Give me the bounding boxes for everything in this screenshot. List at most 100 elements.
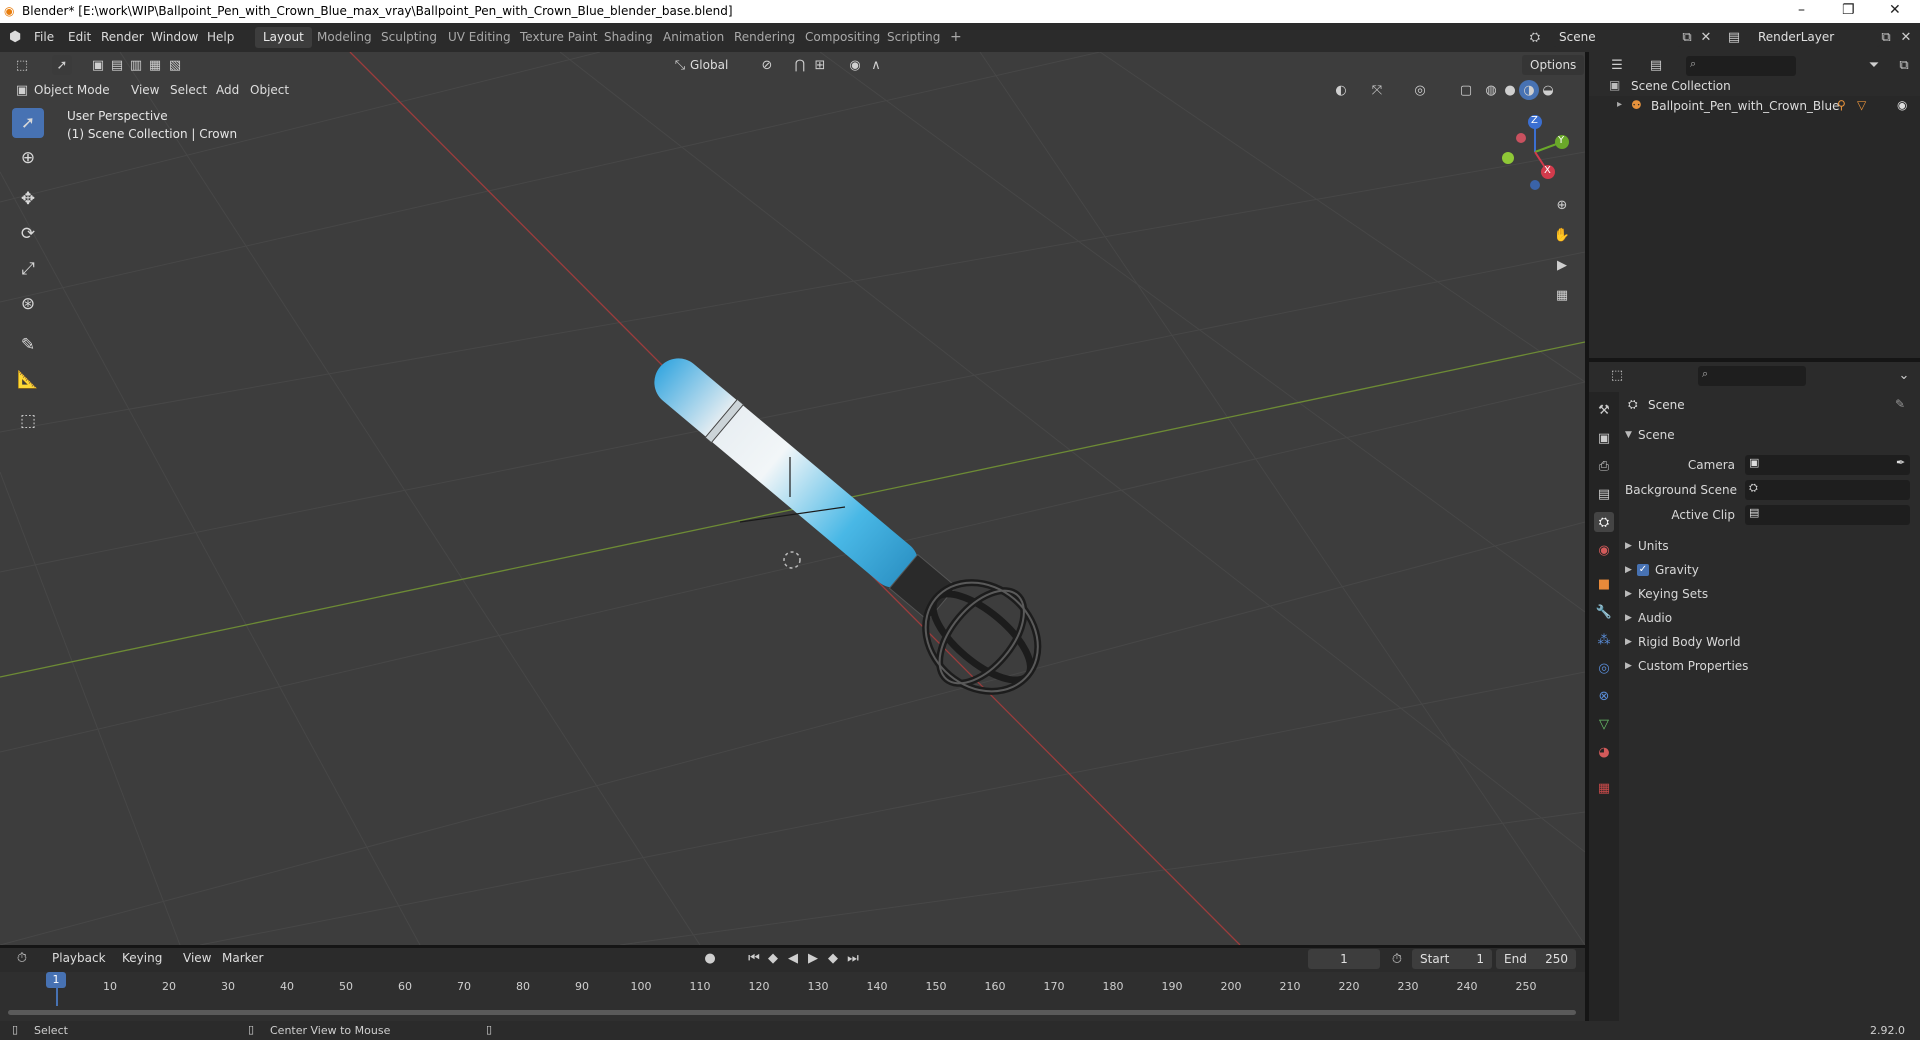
units-panel-header[interactable]: ▶ Units (1625, 535, 1915, 557)
gravity-checkbox[interactable]: ✓ (1637, 564, 1649, 576)
delete-render-layer-icon[interactable]: ✕ (1896, 27, 1916, 47)
menu-render[interactable]: Render (101, 30, 144, 44)
new-scene-icon[interactable]: ⧉ (1677, 27, 1697, 47)
tab-sculpting[interactable]: Sculpting (373, 27, 445, 48)
wireframe-shading-icon[interactable]: ◍ (1481, 80, 1501, 100)
eye-visibility-icon[interactable]: ◉ (1897, 98, 1907, 112)
rigid-body-panel-header[interactable]: ▶ Rigid Body World (1625, 631, 1915, 653)
move-tool-icon[interactable]: ✥ (12, 184, 44, 214)
pen-barrel[interactable] (645, 349, 929, 598)
jump-start-icon[interactable]: ⏮ (744, 948, 764, 968)
end-frame-field[interactable]: End 250 (1496, 949, 1576, 969)
navigation-gizmo[interactable]: Z Y X (1495, 112, 1575, 192)
select-box-mode-icon[interactable]: ▣ (88, 55, 108, 75)
minimize-button[interactable]: – (1798, 2, 1805, 18)
menu-edit[interactable]: Edit (68, 30, 91, 44)
transform-tool-icon[interactable]: ⊛ (12, 289, 44, 319)
material-shading-icon[interactable]: ◑ (1519, 80, 1539, 100)
prev-keyframe-icon[interactable]: ◆ (763, 948, 783, 968)
active-clip-field[interactable] (1745, 505, 1910, 525)
render-layer-selector[interactable]: RenderLayer (1752, 27, 1880, 47)
filter-icon[interactable]: ⏷ (1864, 55, 1884, 75)
playhead-marker[interactable]: 1 (46, 972, 66, 988)
timeline-menu-keying[interactable]: Keying (122, 948, 162, 968)
rotate-tool-icon[interactable]: ⟳ (12, 219, 44, 249)
snap-target-icon[interactable]: ⊞ (810, 55, 830, 75)
expand-arrow-icon[interactable]: ▸ (1617, 99, 1622, 110)
blender-menu-icon[interactable]: ⬢ (9, 29, 21, 45)
timeline-menu-view[interactable]: View (183, 948, 211, 968)
gizmo-toggle-icon[interactable]: ⤧ (1367, 80, 1387, 100)
viewport-menu-view[interactable]: View (131, 80, 159, 100)
display-mode-icon[interactable]: ▤ (1646, 55, 1666, 75)
properties-search-input[interactable] (1698, 366, 1806, 386)
next-keyframe-icon[interactable]: ◆ (823, 948, 843, 968)
pivot-point-icon[interactable]: ⊘ (757, 55, 777, 75)
overlays-icon[interactable]: ◎ (1410, 80, 1430, 100)
preview-range-icon[interactable]: ⏱ (1387, 949, 1407, 969)
tab-rendering[interactable]: Rendering (726, 27, 803, 48)
properties-options-icon[interactable]: ⌄ (1894, 365, 1914, 385)
timeline-menu-playback[interactable]: Playback (52, 948, 106, 968)
custom-properties-panel-header[interactable]: ▶ Custom Properties (1625, 655, 1915, 677)
timeline-editor-icon[interactable]: ⏱ (12, 948, 32, 968)
options-dropdown[interactable]: Options (1522, 55, 1585, 75)
audio-panel-header[interactable]: ▶ Audio (1625, 607, 1915, 629)
constraints-tab-icon[interactable]: ⊗ (1594, 686, 1614, 706)
visibility-icon[interactable]: ◐ (1331, 80, 1351, 100)
material-tab-icon[interactable]: ◕ (1594, 742, 1614, 762)
add-workspace-button[interactable]: + (942, 27, 970, 48)
new-collection-icon[interactable]: ⧉ (1894, 55, 1914, 75)
select-extend-icon[interactable]: ▤ (107, 55, 127, 75)
cursor-tool-icon[interactable]: ⊕ (12, 143, 44, 173)
tab-shading[interactable]: Shading (596, 27, 661, 48)
scene-icon[interactable]: ⛭ (1525, 27, 1545, 47)
viewport-menu-select[interactable]: Select (170, 80, 207, 100)
select-intersect-icon[interactable]: ▧ (165, 55, 185, 75)
menu-window[interactable]: Window (151, 30, 198, 44)
rendered-shading-icon[interactable]: ◒ (1538, 80, 1558, 100)
object-mode-dropdown[interactable]: Object Mode (34, 80, 110, 100)
new-render-layer-icon[interactable]: ⧉ (1876, 27, 1896, 47)
tab-compositing[interactable]: Compositing (797, 27, 888, 48)
zoom-icon[interactable]: ⊕ (1552, 195, 1572, 215)
tab-layout[interactable]: Layout (255, 27, 312, 48)
maximize-button[interactable]: ❐ (1842, 2, 1855, 18)
delete-scene-icon[interactable]: ✕ (1696, 27, 1716, 47)
render-layer-icon[interactable]: ▤ (1724, 27, 1744, 47)
falloff-icon[interactable]: ∧ (866, 55, 886, 75)
tab-modeling[interactable]: Modeling (309, 27, 380, 48)
solid-shading-icon[interactable]: ● (1500, 80, 1520, 100)
keying-sets-panel-header[interactable]: ▶ Keying Sets (1625, 583, 1915, 605)
view-layer-tab-icon[interactable]: ▤ (1594, 484, 1614, 504)
outliner-editor-icon[interactable]: ☰ (1607, 55, 1627, 75)
record-icon[interactable]: ● (700, 948, 720, 968)
jump-end-icon[interactable]: ⏭ (843, 948, 863, 968)
physics-tab-icon[interactable]: ◎ (1594, 658, 1614, 678)
object-tab-icon[interactable]: ■ (1594, 574, 1614, 594)
viewport-menu-object[interactable]: Object (250, 80, 289, 100)
scene-panel-header[interactable]: ▼ Scene (1625, 424, 1915, 446)
menu-file[interactable]: File (34, 30, 54, 44)
eyedropper-icon[interactable]: ✒ (1896, 456, 1905, 469)
particles-tab-icon[interactable]: ⁂ (1594, 630, 1614, 650)
camera-view-icon[interactable]: ▶ (1552, 255, 1572, 275)
start-frame-field[interactable]: Start 1 (1412, 949, 1492, 969)
output-tab-icon[interactable]: ⎙ (1594, 456, 1614, 476)
perspective-toggle-icon[interactable]: ▦ (1552, 285, 1572, 305)
camera-field[interactable] (1745, 455, 1910, 475)
viewport-menu-add[interactable]: Add (216, 80, 239, 100)
pen-object[interactable] (625, 325, 1063, 718)
modifier-tab-icon[interactable]: 🔧 (1594, 602, 1614, 622)
tab-scripting[interactable]: Scripting (879, 27, 948, 48)
close-button[interactable]: ✕ (1889, 2, 1901, 18)
texture-tab-icon[interactable]: ▦ (1594, 778, 1614, 798)
properties-editor-icon[interactable]: ⬚ (1607, 365, 1627, 385)
select-tool-icon[interactable]: ➚ (52, 55, 72, 75)
select-box-tool-icon[interactable]: ➚ (12, 108, 44, 138)
scene-selector[interactable]: Scene (1553, 27, 1681, 47)
select-invert-icon[interactable]: ▦ (145, 55, 165, 75)
menu-help[interactable]: Help (207, 30, 234, 44)
add-cube-tool-icon[interactable]: ⬚ (12, 406, 44, 436)
play-reverse-icon[interactable]: ◀ (783, 948, 803, 968)
